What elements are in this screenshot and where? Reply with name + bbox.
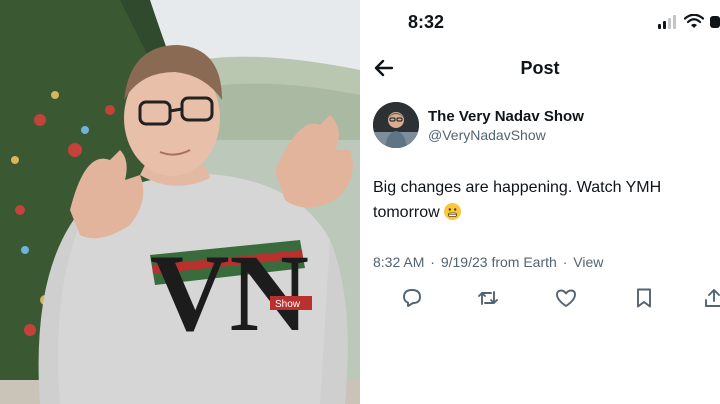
share-icon <box>705 289 720 307</box>
tweet-time: 8:32 AM <box>373 254 425 270</box>
nav-bar: Post <box>360 50 720 86</box>
tweet-source: from Earth <box>491 254 557 270</box>
signal-icon <box>658 15 676 29</box>
bookmark-icon <box>637 288 651 308</box>
author-name[interactable]: The Very Nadav Show <box>428 107 584 126</box>
shirt-tag: Show <box>275 299 301 310</box>
status-icons <box>658 14 720 29</box>
wifi-icon <box>684 14 704 28</box>
tweet-body: Big changes are happening. Watch YMH tom… <box>373 179 662 221</box>
share-button[interactable] <box>702 286 720 310</box>
grimacing-face-emoji <box>444 203 462 220</box>
views-link[interactable]: View <box>573 254 603 270</box>
retweet-button[interactable] <box>476 286 500 310</box>
avatar[interactable] <box>373 102 419 148</box>
reply-button[interactable] <box>400 286 424 310</box>
avatar-image <box>373 102 419 148</box>
status-bar: 8:32 <box>360 0 720 44</box>
tweet-author[interactable]: The Very Nadav Show @VeryNadavShow <box>373 102 584 148</box>
phone-screen: 8:32 Post The Very Nadav Show @VeryNadav… <box>360 0 720 404</box>
tweet-text: Big changes are happening. Watch YMH tom… <box>373 175 703 225</box>
person-photo: VN Show <box>0 0 360 404</box>
author-handle[interactable]: @VeryNadavShow <box>428 126 584 144</box>
page-title: Post <box>520 58 560 78</box>
status-time: 8:32 <box>408 12 445 32</box>
like-icon <box>556 289 576 307</box>
reply-icon <box>403 289 421 307</box>
meta-separator: · <box>562 254 568 270</box>
meta-separator: · <box>430 254 435 270</box>
photo-panel: VN Show <box>0 0 360 404</box>
bookmark-button[interactable] <box>632 286 656 310</box>
tweet-actions <box>360 286 720 314</box>
battery-icon <box>710 16 720 28</box>
like-button[interactable] <box>554 286 578 310</box>
shirt-logo: VN <box>150 232 309 354</box>
tweet-meta: 8:32 AM · 9/19/23 from Earth · View <box>373 254 603 270</box>
retweet-icon <box>478 291 498 305</box>
tweet-date: 9/19/23 <box>440 254 488 270</box>
